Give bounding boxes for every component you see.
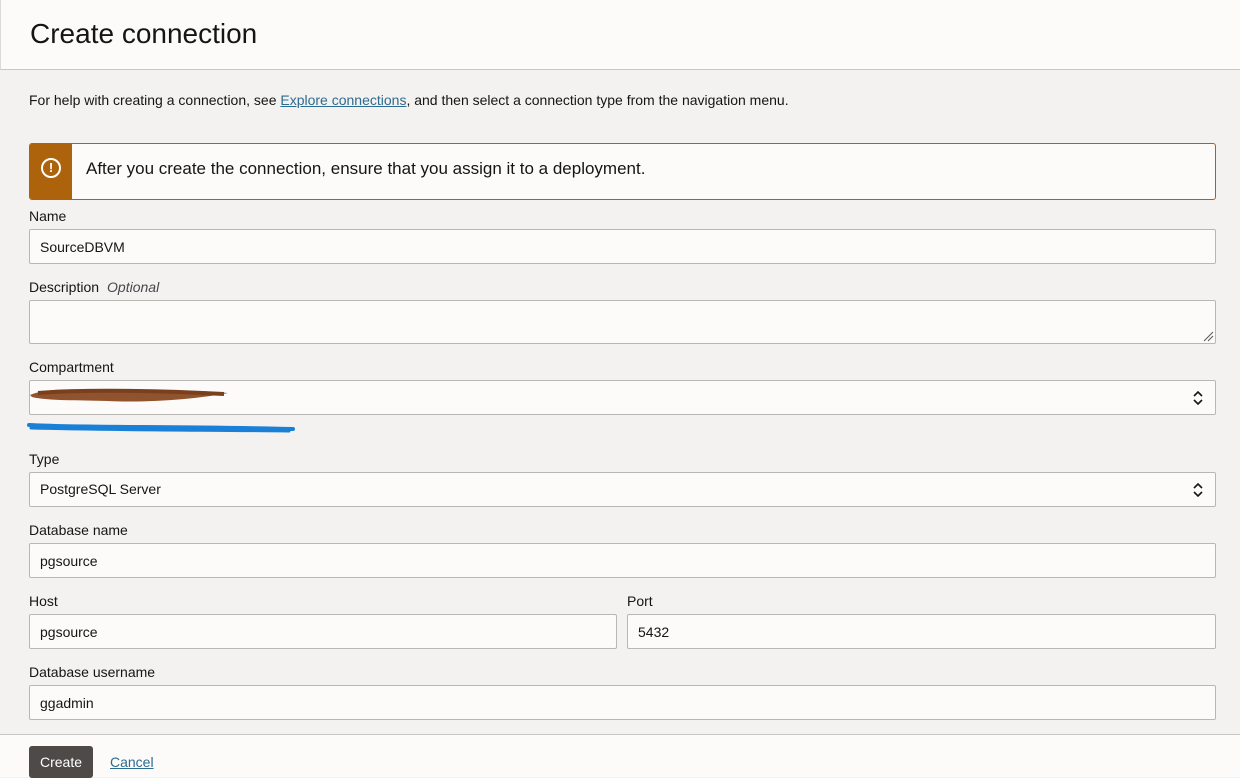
redaction-scribble-blue <box>27 423 295 433</box>
type-label: Type <box>29 451 60 467</box>
database-username-input[interactable] <box>29 685 1216 720</box>
port-input[interactable] <box>627 614 1216 649</box>
database-name-input[interactable] <box>29 543 1216 578</box>
compartment-label: Compartment <box>29 359 114 375</box>
chevron-updown-icon <box>1193 482 1203 498</box>
description-label: Description Optional <box>29 279 159 295</box>
help-prefix: For help with creating a connection, see <box>29 92 281 108</box>
name-input[interactable] <box>29 229 1216 264</box>
page-title: Create connection <box>30 18 258 49</box>
cancel-link[interactable]: Cancel <box>110 754 154 770</box>
warning-banner: ! After you create the connection, ensur… <box>29 143 1216 200</box>
footer-bar: Create Cancel <box>0 734 1240 778</box>
help-text: For help with creating a connection, see… <box>29 92 789 108</box>
type-select-value: PostgreSQL Server <box>40 481 161 497</box>
host-label: Host <box>29 593 58 609</box>
explore-connections-link[interactable]: Explore connections <box>280 92 406 108</box>
optional-tag: Optional <box>107 279 160 295</box>
host-input[interactable] <box>29 614 617 649</box>
database-username-label: Database username <box>29 664 156 680</box>
type-select[interactable]: PostgreSQL Server <box>29 472 1216 507</box>
warning-bar: ! <box>30 144 72 199</box>
resize-grip-icon[interactable] <box>1202 330 1214 342</box>
name-label: Name <box>29 208 67 224</box>
redaction-scribble-brown <box>30 388 228 402</box>
page-header: Create connection <box>0 0 1240 70</box>
chevron-updown-icon <box>1193 390 1203 406</box>
create-button[interactable]: Create <box>29 746 93 778</box>
description-textarea[interactable] <box>29 300 1216 344</box>
port-label: Port <box>627 593 653 609</box>
description-label-text: Description <box>29 279 100 295</box>
help-suffix: , and then select a connection type from… <box>406 92 789 108</box>
warning-icon: ! <box>41 158 61 178</box>
database-name-label: Database name <box>29 522 128 538</box>
warning-message: After you create the connection, ensure … <box>86 159 646 178</box>
